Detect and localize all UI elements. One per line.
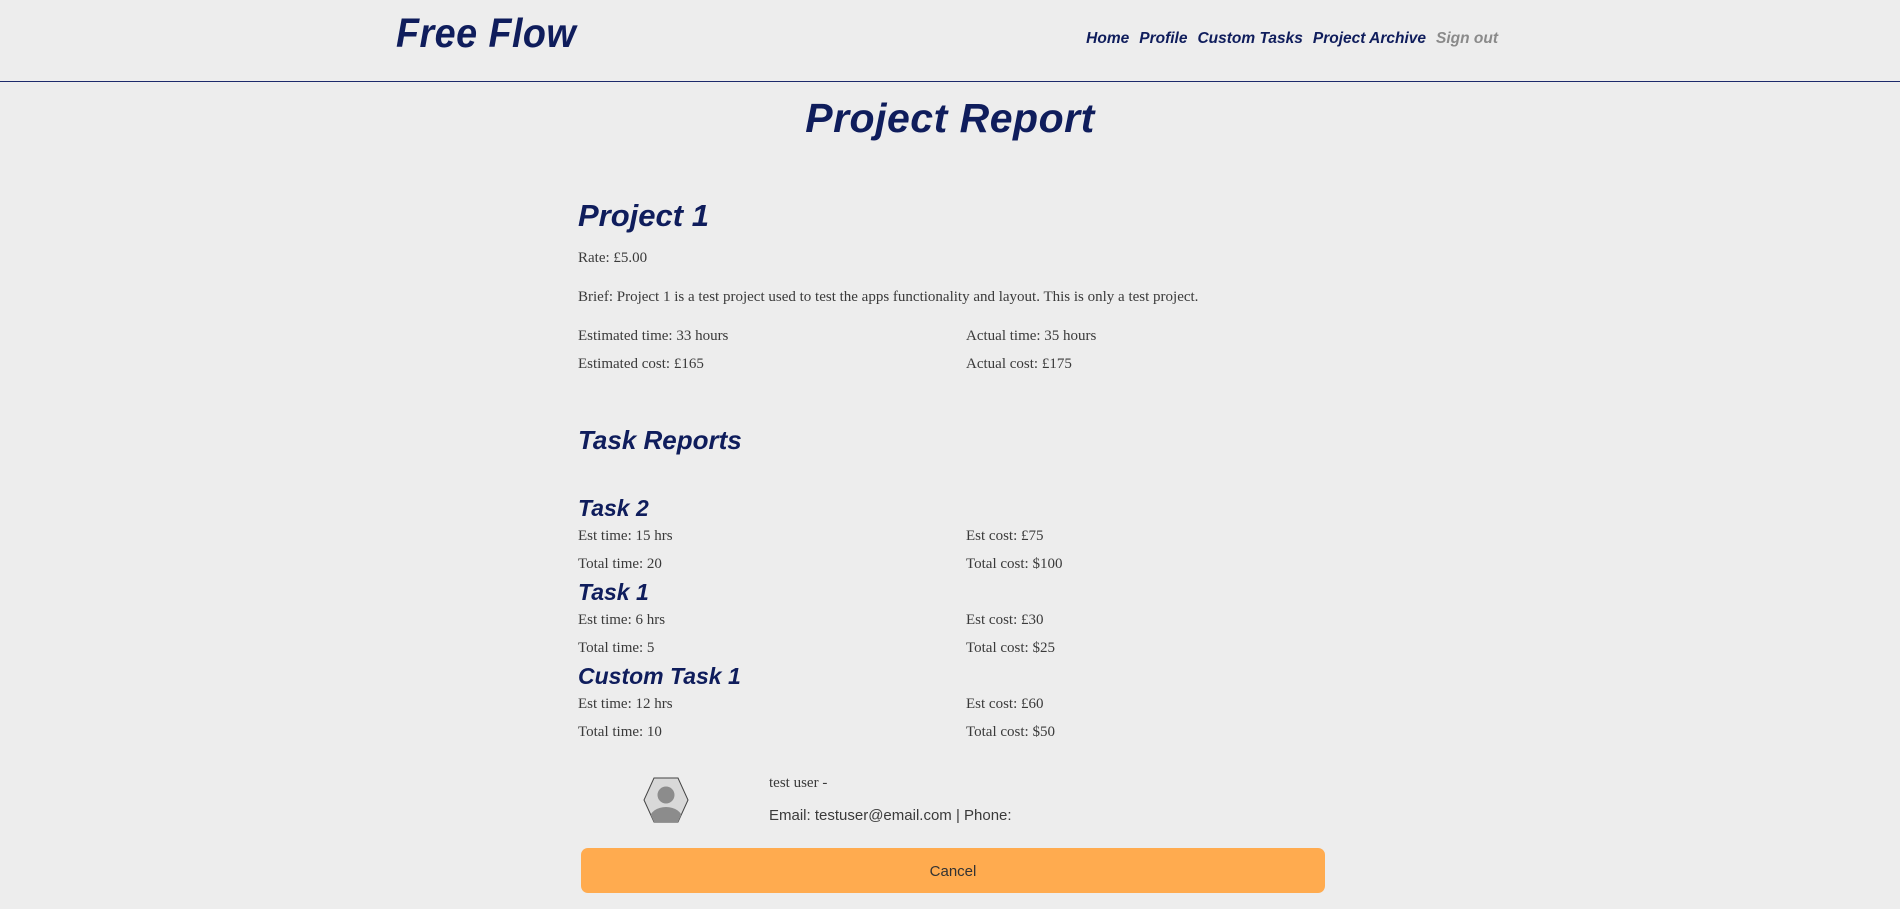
nav-links: Home Profile Custom Tasks Project Archiv… — [1086, 30, 1498, 48]
nav-home-link[interactable]: Home — [1086, 30, 1129, 48]
task-name: Task 1 — [578, 579, 649, 605]
task-total-time: Total time: 20 — [578, 556, 662, 572]
task-est-cost: Est cost: £30 — [966, 612, 1044, 628]
cancel-button[interactable]: Cancel — [581, 848, 1325, 893]
task-est-time: Est time: 15 hrs — [578, 528, 673, 544]
nav-sign-out-link[interactable]: Sign out — [1436, 30, 1498, 48]
user-contact: Email: testuser@email.com | Phone: — [769, 807, 1012, 824]
top-navbar: Free Flow Home Profile Custom Tasks Proj… — [0, 0, 1900, 82]
task-report-item: Custom Task 1 Est time: 12 hrs Est cost:… — [578, 662, 1328, 746]
task-total-cost: Total cost: $50 — [966, 724, 1055, 740]
estimated-cost: Estimated cost: £165 — [578, 356, 704, 372]
user-avatar-icon — [643, 777, 689, 823]
user-card: test user - Email: testuser@email.com | … — [578, 772, 1328, 832]
task-report-item: Task 1 Est time: 6 hrs Est cost: £30 Tot… — [578, 578, 1328, 662]
task-total-cost: Total cost: $25 — [966, 640, 1055, 656]
nav-custom-tasks-link[interactable]: Custom Tasks — [1197, 30, 1302, 48]
task-total-time: Total time: 5 — [578, 640, 655, 656]
task-report-item: Task 2 Est time: 15 hrs Est cost: £75 To… — [578, 494, 1328, 578]
task-reports-heading: Task Reports — [578, 425, 742, 455]
actual-cost: Actual cost: £175 — [966, 356, 1072, 372]
task-total-cost: Total cost: $100 — [966, 556, 1063, 572]
task-name: Custom Task 1 — [578, 663, 741, 689]
project-estimates: Estimated time: 33 hours Actual time: 35… — [578, 327, 1328, 383]
task-list: Task 2 Est time: 15 hrs Est cost: £75 To… — [578, 494, 1328, 746]
task-name: Task 2 — [578, 495, 649, 521]
task-est-cost: Est cost: £75 — [966, 528, 1044, 544]
brand-logo[interactable]: Free Flow — [396, 10, 576, 57]
task-est-time: Est time: 6 hrs — [578, 612, 666, 628]
actual-time: Actual time: 35 hours — [966, 328, 1097, 344]
task-total-time: Total time: 10 — [578, 724, 662, 740]
report-content: Project 1 Rate: £5.00 Brief: Project 1 i… — [578, 193, 1328, 746]
project-brief: Brief: Project 1 is a test project used … — [578, 289, 1199, 305]
project-name: Project 1 — [578, 198, 709, 233]
project-rate: Rate: £5.00 — [578, 250, 648, 266]
estimated-time: Estimated time: 33 hours — [578, 328, 729, 344]
nav-project-archive-link[interactable]: Project Archive — [1313, 30, 1426, 48]
user-name: test user - — [769, 775, 828, 791]
page-title: Project Report — [805, 95, 1095, 141]
nav-profile-link[interactable]: Profile — [1139, 30, 1187, 48]
task-est-cost: Est cost: £60 — [966, 696, 1044, 712]
task-est-time: Est time: 12 hrs — [578, 696, 673, 712]
